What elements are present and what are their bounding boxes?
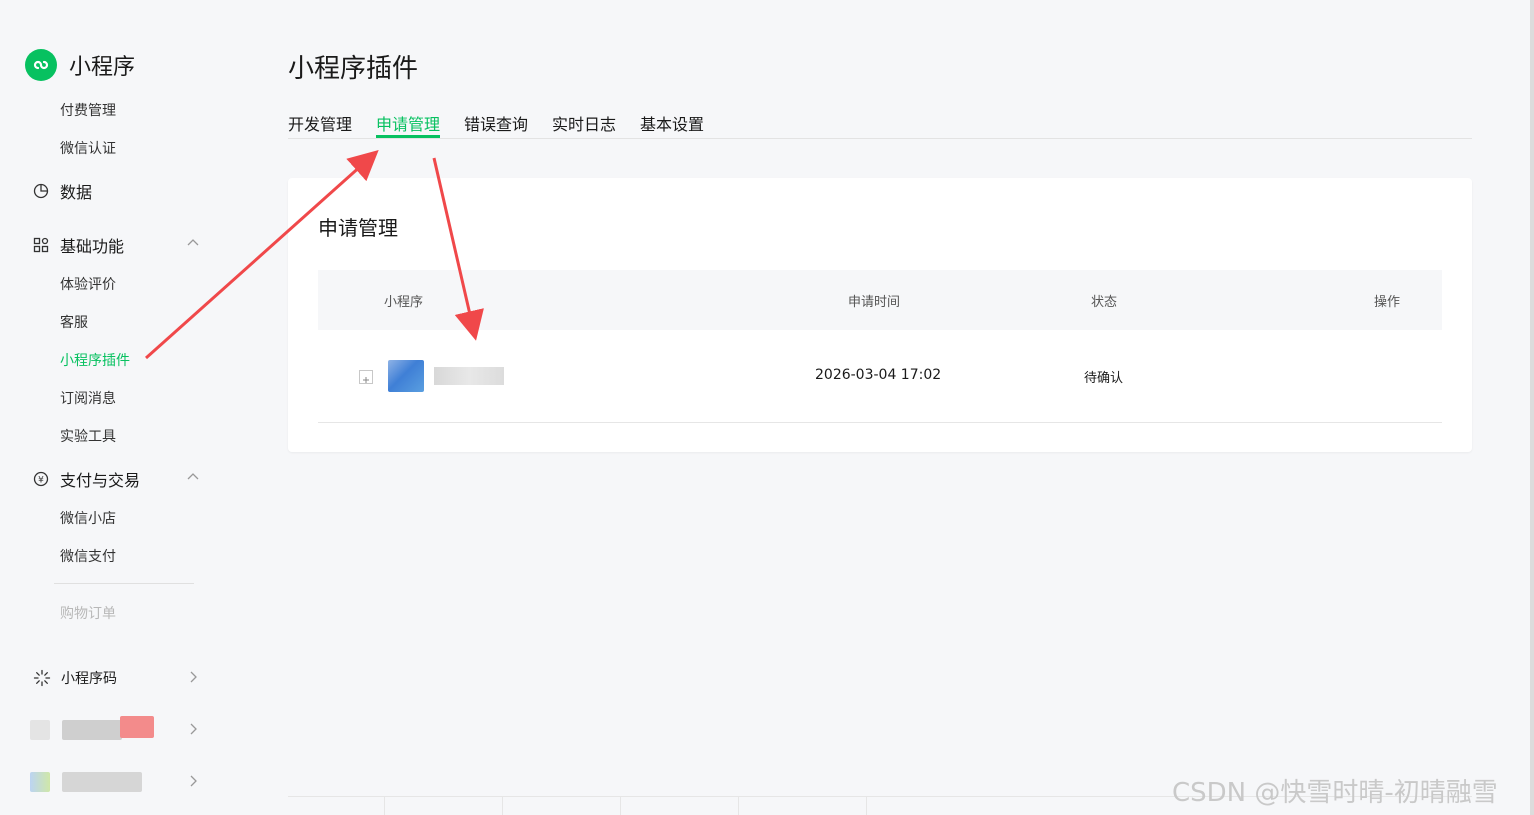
watermark: CSDN @快雪时晴-初晴融雪 <box>1172 778 1498 808</box>
arrow-tab-to-row <box>432 157 484 341</box>
annotation-arrows <box>145 150 484 360</box>
arrow-sidebar-to-tab <box>145 150 379 360</box>
